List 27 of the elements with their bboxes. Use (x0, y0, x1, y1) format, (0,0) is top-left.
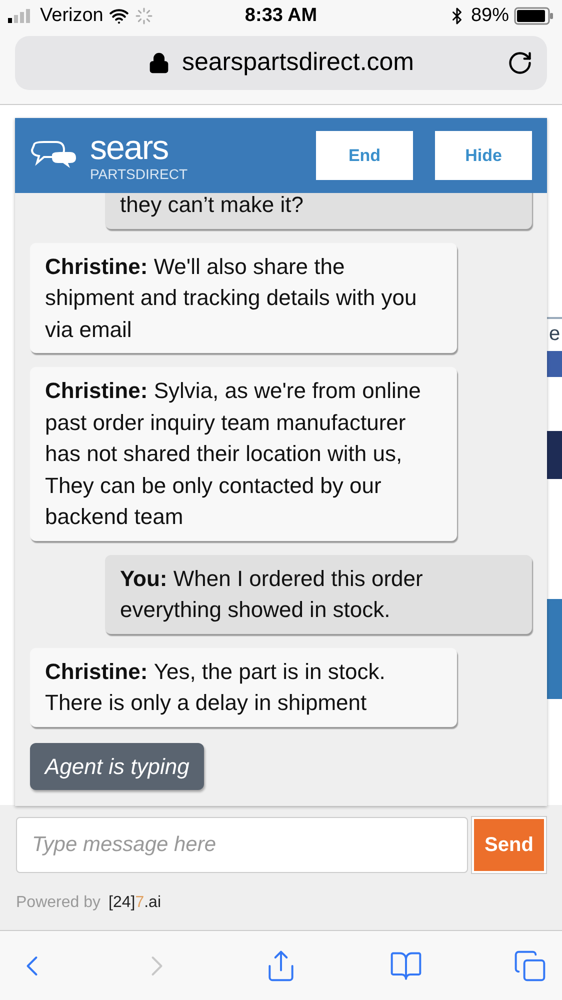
provider-logo: [24]7.ai (108, 893, 161, 913)
message-text: Christine: Sylvia, as we're from online past order inquiry team manufacturer has not shared their location with us, They can be only contacted by our backend team (45, 378, 421, 529)
powered-by-label: Powered by (16, 893, 100, 913)
url-text: searspartsdirect.com (182, 47, 414, 78)
header-button[interactable]: End (316, 131, 413, 180)
loading-icon (135, 7, 154, 25)
lock-icon (148, 52, 170, 74)
battery-percent: 89% (470, 4, 509, 28)
wifi-icon (109, 6, 130, 26)
battery-icon (514, 7, 554, 25)
page-bar (547, 351, 562, 377)
reload-icon[interactable] (507, 50, 533, 76)
chat-bubbles-icon (30, 140, 78, 170)
address-bar[interactable]: searspartsdirect.com (15, 36, 547, 90)
carrier-name: Verizon (40, 4, 104, 28)
message-text: Christine: We'll also share the shipment and tracking details with you via email (45, 254, 417, 342)
message-text: Christine: Yes, the part is in stock. There is only a delay in shipment (45, 658, 386, 715)
page-bar (547, 431, 562, 479)
message-text: You: When I ordered this order everything showed in stock. (120, 566, 423, 622)
brand-name: sears (90, 130, 170, 164)
typing-indicator: Agent is typing (30, 742, 204, 790)
brand-subtitle: PARTSDIRECT (90, 166, 188, 180)
clock: 8:33 AM (244, 4, 318, 26)
message-text: they can’t make it? (120, 193, 304, 217)
message-input[interactable]: Type message here (16, 817, 468, 873)
header-button[interactable]: Hide (435, 131, 532, 180)
send-button[interactable]: Send (472, 817, 546, 873)
